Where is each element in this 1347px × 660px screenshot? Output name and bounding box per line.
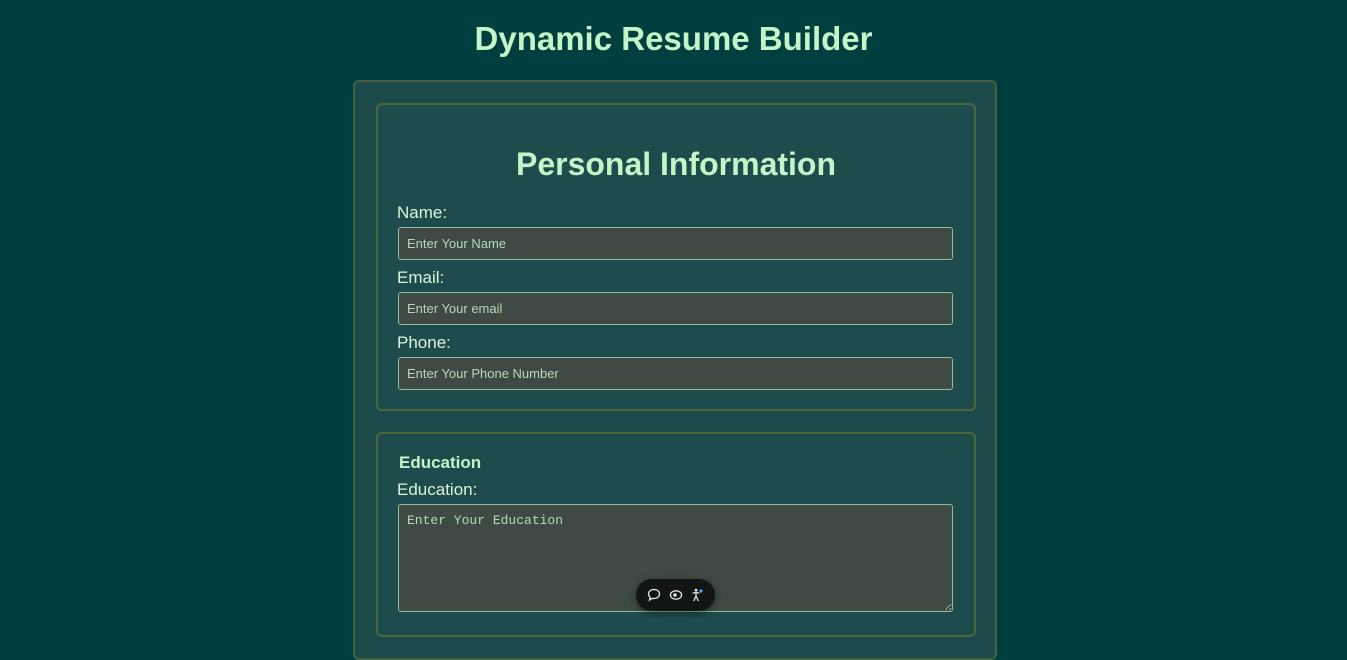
accessibility-icon[interactable] <box>687 585 707 605</box>
phone-input[interactable] <box>398 357 953 390</box>
personal-information-heading: Personal Information <box>515 146 837 182</box>
phone-label: Phone: <box>397 333 451 352</box>
email-label: Email: <box>397 268 445 287</box>
chat-bubble-icon[interactable] <box>644 585 664 605</box>
floating-toolbar <box>636 579 715 611</box>
resume-form-panel: Personal Information Name: Email: Phone:… <box>353 80 997 660</box>
education-label: Education: <box>397 480 478 499</box>
name-input[interactable] <box>398 227 953 260</box>
page-title: Dynamic Resume Builder <box>474 20 873 57</box>
education-heading: Education <box>399 453 482 472</box>
personal-information-section: Personal Information Name: Email: Phone: <box>376 103 976 411</box>
eye-slash-icon[interactable] <box>666 585 686 605</box>
email-input[interactable] <box>398 292 953 325</box>
name-label: Name: <box>397 203 448 222</box>
